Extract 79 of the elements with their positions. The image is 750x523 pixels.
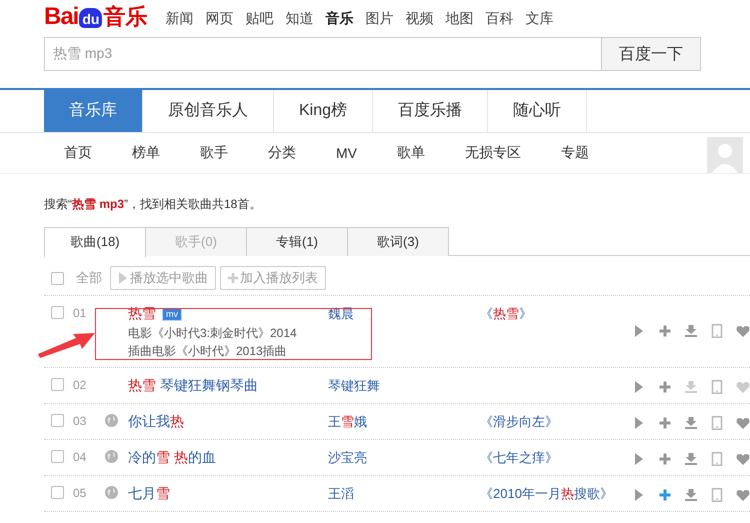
main-tab[interactable]: 随心听 xyxy=(488,90,588,132)
nav-link[interactable]: 图片 xyxy=(365,10,394,28)
add-icon[interactable] xyxy=(658,416,672,430)
heart-icon[interactable] xyxy=(736,488,750,502)
tablet-icon[interactable] xyxy=(710,488,724,502)
checkbox[interactable] xyxy=(51,306,64,319)
track-number: 03 xyxy=(73,413,88,430)
nav-link[interactable]: 文库 xyxy=(525,10,554,28)
sub-nav-link[interactable]: 分类 xyxy=(268,144,296,162)
song-title[interactable]: 七月雪 xyxy=(128,485,170,503)
song-title[interactable]: 热雪 琴键狂舞钢琴曲 xyxy=(128,377,258,395)
tablet-icon[interactable] xyxy=(710,416,724,430)
heart-icon[interactable] xyxy=(736,416,750,430)
nav-link[interactable]: 地图 xyxy=(445,10,474,28)
plus-icon xyxy=(228,272,238,284)
result-tab[interactable]: 歌曲(18) xyxy=(44,227,146,257)
artist-link[interactable]: 琴键狂舞 xyxy=(328,376,480,396)
add-icon[interactable] xyxy=(658,324,672,338)
artist-link[interactable]: 王滔 xyxy=(328,484,480,504)
sub-nav-link[interactable]: MV xyxy=(336,145,357,161)
heart-icon[interactable] xyxy=(736,380,750,394)
result-tab[interactable]: 专辑(1) xyxy=(247,227,348,256)
heart-icon[interactable] xyxy=(736,452,750,466)
track-number: 02 xyxy=(73,377,88,394)
song-title[interactable]: 热雪 xyxy=(128,305,156,323)
checkbox[interactable] xyxy=(51,486,64,499)
sub-nav-link[interactable]: 首页 xyxy=(64,144,92,162)
main-tab[interactable]: 音乐库 xyxy=(44,90,143,132)
nav-link[interactable]: 知道 xyxy=(285,10,314,28)
album-link[interactable]: 《滑步向左》 xyxy=(480,414,558,429)
artist-link[interactable]: 沙宝亮 xyxy=(328,448,480,468)
main-tab[interactable]: King榜 xyxy=(274,90,374,132)
checkbox[interactable] xyxy=(51,272,64,284)
download-icon[interactable] xyxy=(684,324,698,338)
nav-link[interactable]: 视频 xyxy=(405,10,434,28)
song-detail: 插曲电影《小时代》2013插曲 xyxy=(128,343,288,360)
download-icon[interactable] xyxy=(684,452,698,466)
song-detail: 电影《小时代3:刺金时代》2014 xyxy=(128,325,298,342)
nav-link[interactable]: 贴吧 xyxy=(245,10,274,28)
album-link[interactable]: 《2010年一月热搜歌》 xyxy=(480,486,613,501)
play-icon xyxy=(118,272,128,284)
sub-nav-link[interactable]: 榜单 xyxy=(132,144,160,162)
add-icon[interactable] xyxy=(658,488,672,502)
album-link[interactable]: 《热雪》 xyxy=(480,306,532,321)
result-tab[interactable]: 歌词(3) xyxy=(348,227,449,256)
track-number: 04 xyxy=(73,449,88,466)
sub-nav-link[interactable]: 无损专区 xyxy=(465,144,521,162)
sub-nav-link[interactable]: 歌手 xyxy=(200,144,228,162)
mv-badge[interactable]: mv xyxy=(162,308,182,320)
heart-icon[interactable] xyxy=(736,324,750,338)
album-link[interactable]: 《七年之痒》 xyxy=(480,450,558,465)
sub-nav-link[interactable]: 歌单 xyxy=(397,144,425,162)
arrow-icon xyxy=(38,333,95,358)
main-tab[interactable]: 百度乐播 xyxy=(373,90,488,132)
song-title[interactable]: 冷的雪 热的血 xyxy=(128,449,216,467)
nav-link[interactable]: 新闻 xyxy=(165,10,194,28)
sub-nav-link[interactable]: 专题 xyxy=(561,144,589,162)
site-logo[interactable]: Bai du 音乐 xyxy=(44,6,148,28)
search-button[interactable]: 百度一下 xyxy=(601,37,701,71)
download-icon[interactable] xyxy=(684,380,698,394)
result-summary: 搜索“热雪 mp3”，找到相关歌曲共18首。 xyxy=(44,196,262,213)
tablet-icon[interactable] xyxy=(710,452,724,466)
tablet-icon[interactable] xyxy=(710,324,724,338)
track-number: 05 xyxy=(73,485,88,502)
artist-link[interactable]: 王雪娥 xyxy=(328,412,480,432)
nav-link[interactable]: 百科 xyxy=(485,10,514,28)
download-icon[interactable] xyxy=(684,416,698,430)
add-icon[interactable] xyxy=(658,380,672,394)
song-title[interactable]: 你让我热 xyxy=(128,413,184,431)
main-tab[interactable]: 原创音乐人 xyxy=(143,90,274,132)
track-number: 01 xyxy=(73,305,88,322)
checkbox[interactable] xyxy=(51,450,64,463)
add-icon[interactable] xyxy=(658,452,672,466)
tablet-icon[interactable] xyxy=(710,380,724,394)
nav-link[interactable]: 音乐 xyxy=(325,10,354,28)
nav-link[interactable]: 网页 xyxy=(205,10,234,28)
checkbox[interactable] xyxy=(51,414,64,427)
download-icon[interactable] xyxy=(684,488,698,502)
checkbox[interactable] xyxy=(51,378,64,391)
